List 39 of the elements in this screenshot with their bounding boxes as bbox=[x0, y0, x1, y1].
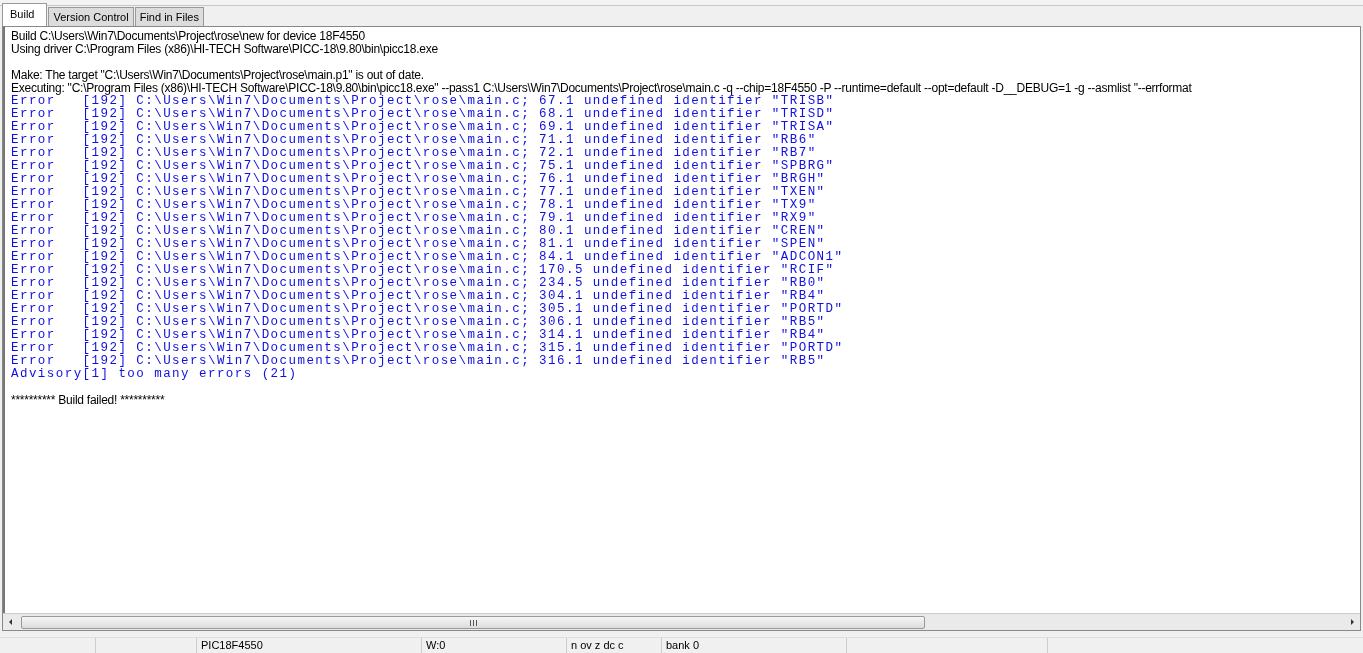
error-line: Error [192] C:\Users\Win7\Documents\Project\rose\main.c; 78.1 undefined identifier "TX9" bbox=[11, 199, 818, 212]
scroll-right-icon[interactable] bbox=[1348, 618, 1356, 626]
scroll-left-icon[interactable] bbox=[7, 618, 15, 626]
status-text: W:0 bbox=[422, 638, 567, 653]
output-line: ********** Build failed! ********** bbox=[11, 394, 166, 407]
error-line: Error [192] C:\Users\Win7\Documents\Project\rose\main.c; 69.1 undefined identifier "TRISA" bbox=[11, 121, 836, 134]
error-line: Error [192] C:\Users\Win7\Documents\Project\rose\main.c; 314.1 undefined identifier "RB4" bbox=[11, 329, 827, 342]
tab[interactable]: Version Control bbox=[48, 7, 134, 26]
error-line: Error [192] C:\Users\Win7\Documents\Project\rose\main.c; 305.1 undefined identifier "PORTD" bbox=[11, 303, 845, 316]
error-line: Error [192] C:\Users\Win7\Documents\Project\rose\main.c; 68.1 undefined identifier "TRISD" bbox=[11, 108, 836, 121]
error-line: Error [192] C:\Users\Win7\Documents\Project\rose\main.c; 170.5 undefined identifier "RCIF" bbox=[11, 264, 836, 277]
grip-icon bbox=[469, 619, 477, 626]
error-line: Error [192] C:\Users\Win7\Documents\Project\rose\main.c; 79.1 undefined identifier "RX9" bbox=[11, 212, 818, 225]
error-line: Advisory[1] too many errors (21) bbox=[11, 368, 298, 381]
error-line: Error [192] C:\Users\Win7\Documents\Project\rose\main.c; 80.1 undefined identifier "CREN" bbox=[11, 225, 827, 238]
error-line: Error [192] C:\Users\Win7\Documents\Project\rose\main.c; 75.1 undefined identifier "SPBRG" bbox=[11, 160, 836, 173]
status-text: n ov z dc c bbox=[567, 638, 662, 653]
error-line: Error [192] C:\Users\Win7\Documents\Project\rose\main.c; 76.1 undefined identifier "BRGH" bbox=[11, 173, 827, 186]
output-line: Executing: "C:\Program Files (x86)\HI-TECH Software\PICC-18\9.80\bin\picc18.exe" --pass1 C:\Users\Win7\Documents\Project\rose\main.c -q --chip=18F4550 -P --runtime=default --opt=default -D__DEBUG=1 -g --asmlist "--errformat bbox=[11, 82, 1193, 95]
status-text: bank 0 bbox=[662, 638, 847, 653]
error-line: Error [192] C:\Users\Win7\Documents\Project\rose\main.c; 304.1 undefined identifier "RB4" bbox=[11, 290, 827, 303]
output-line: Build C:\Users\Win7\Documents\Project\rose\new for device 18F4550 bbox=[11, 30, 366, 43]
error-line: Error [192] C:\Users\Win7\Documents\Project\rose\main.c; 234.5 undefined identifier "RB0" bbox=[11, 277, 827, 290]
tab[interactable]: Build bbox=[2, 3, 48, 26]
error-line: Error [192] C:\Users\Win7\Documents\Project\rose\main.c; 67.1 undefined identifier "TRISB" bbox=[11, 95, 836, 108]
error-line: Error [192] C:\Users\Win7\Documents\Project\rose\main.c; 315.1 undefined identifier "PORTD" bbox=[11, 342, 845, 355]
error-line: Error [192] C:\Users\Win7\Documents\Project\rose\main.c; 81.1 undefined identifier "SPEN" bbox=[11, 238, 827, 251]
output-line: Using driver C:\Program Files (x86)\HI-TECH Software\PICC-18\9.80\bin\picc18.exe bbox=[11, 43, 439, 56]
output-line: Make: The target "C:\Users\Win7\Documents\Project\rose\main.p1" is out of date. bbox=[11, 69, 425, 82]
error-line: Error [192] C:\Users\Win7\Documents\Project\rose\main.c; 316.1 undefined identifier "RB5" bbox=[11, 355, 827, 368]
error-line: Error [192] C:\Users\Win7\Documents\Project\rose\main.c; 72.1 undefined identifier "RB7" bbox=[11, 147, 818, 160]
status-text: PIC18F4550 bbox=[197, 638, 422, 653]
error-line: Error [192] C:\Users\Win7\Documents\Project\rose\main.c; 306.1 undefined identifier "RB5" bbox=[11, 316, 827, 329]
horizontal-scrollbar[interactable] bbox=[3, 613, 1360, 630]
tab[interactable]: Find in Files bbox=[134, 7, 204, 26]
error-line: Error [192] C:\Users\Win7\Documents\Project\rose\main.c; 77.1 undefined identifier "TXEN" bbox=[11, 186, 827, 199]
error-line: Error [192] C:\Users\Win7\Documents\Project\rose\main.c; 84.1 undefined identifier "ADCON1" bbox=[11, 251, 845, 264]
scroll-thumb[interactable] bbox=[21, 616, 925, 629]
error-line: Error [192] C:\Users\Win7\Documents\Project\rose\main.c; 71.1 undefined identifier "RB6" bbox=[11, 134, 818, 147]
